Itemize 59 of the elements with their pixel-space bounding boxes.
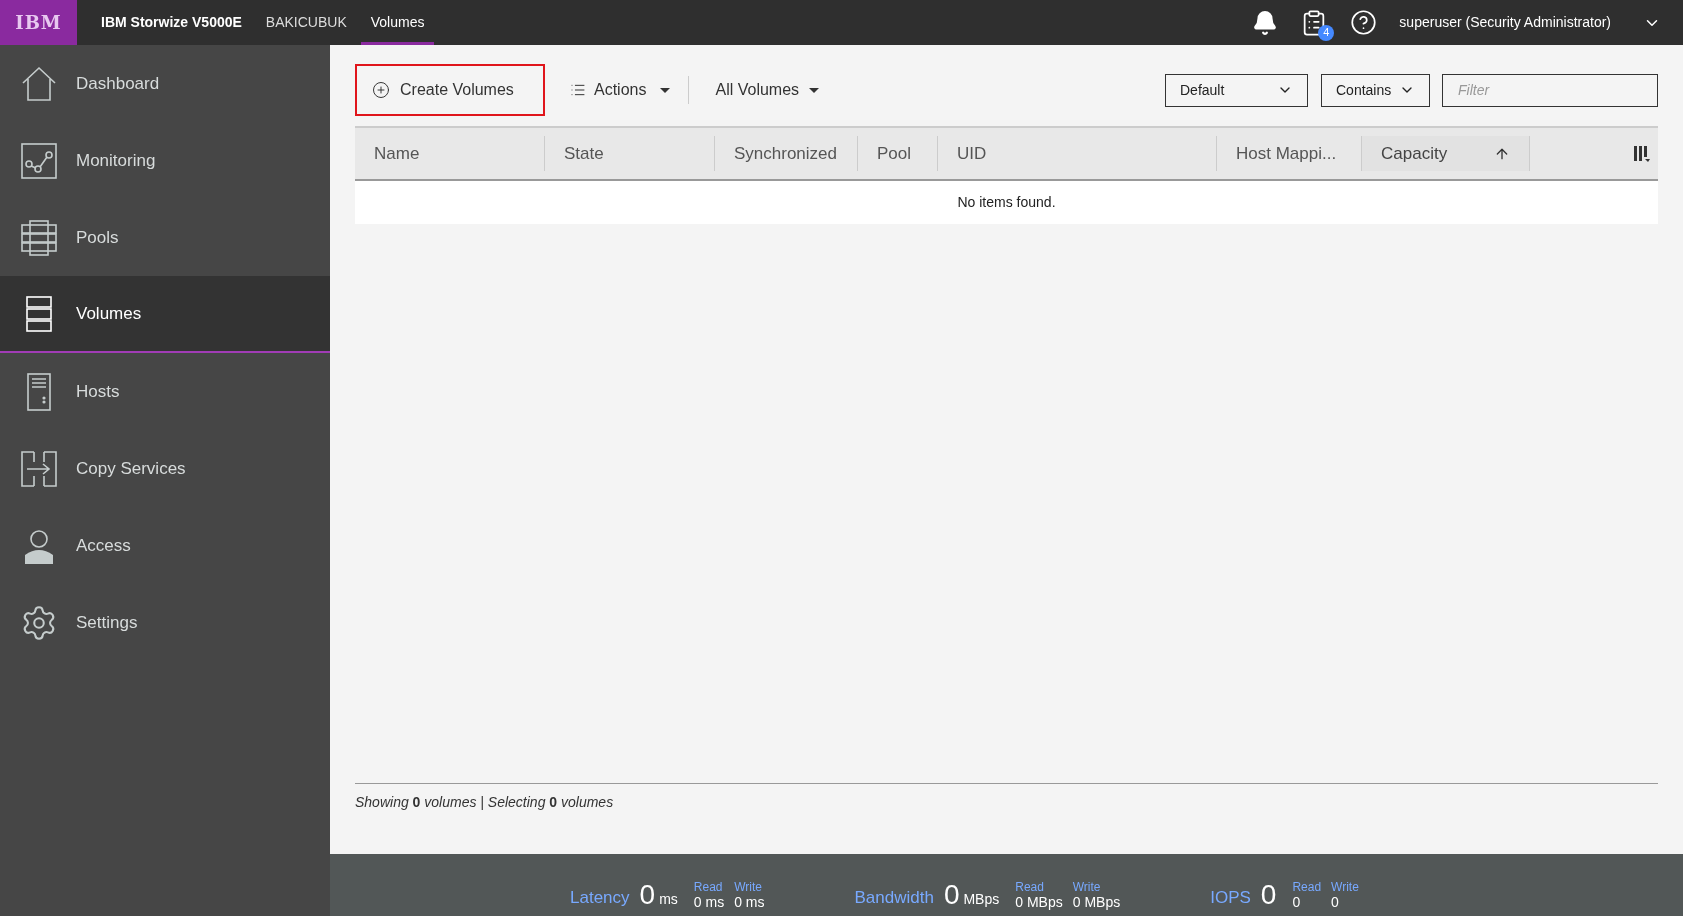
create-volumes-button[interactable]: Create Volumes [355, 64, 545, 116]
logo[interactable]: IBM [0, 0, 77, 45]
metric-value: 0 [1260, 880, 1277, 910]
filter-scope-dropdown[interactable]: Default [1165, 73, 1308, 107]
caret-icon [809, 87, 820, 93]
sidebar-item[interactable]: Copy Services [0, 430, 330, 507]
read-label: Read [1292, 881, 1322, 894]
sidebar-item[interactable]: Dashboard [0, 45, 330, 122]
list-icon [570, 82, 586, 98]
write-label: Write [1072, 881, 1102, 894]
filter-mode-dropdown[interactable]: Contains [1321, 73, 1430, 107]
write-value: 0 MBps [1072, 894, 1121, 910]
column-header[interactable]: Name [355, 136, 545, 171]
sidebar-item[interactable]: Hosts [0, 353, 330, 430]
view-filter-dropdown[interactable]: All Volumes [715, 78, 820, 102]
actions-menu-button[interactable]: Actions [570, 78, 671, 102]
copy-arrow-icon [20, 449, 58, 488]
read-label: Read [1015, 881, 1045, 894]
metric-value: 0 [943, 880, 960, 910]
column-header[interactable]: State [545, 136, 715, 171]
read-value: 0 [1292, 894, 1302, 910]
metric-unit: MBps [963, 890, 1000, 909]
sidebar-item[interactable]: Volumes [0, 276, 330, 353]
write-value: 0 ms [734, 894, 765, 910]
product-name[interactable]: IBM Storwize V5000E [101, 12, 242, 33]
sidebar-item[interactable]: Pools [0, 199, 330, 276]
caret-icon [660, 87, 671, 93]
help-icon[interactable] [1350, 9, 1378, 36]
column-header[interactable]: Synchronized [715, 136, 858, 171]
filter-field[interactable]: Filter [1442, 73, 1658, 107]
status-text: Showing 0 volumes | Selecting 0 volumes [355, 794, 614, 810]
columns-icon[interactable] [1634, 144, 1650, 163]
read-value: 0 MBps [1015, 894, 1063, 910]
metric-unit: ms [659, 890, 678, 909]
metric-label: Latency [570, 886, 630, 909]
sidebar-item[interactable]: Monitoring [0, 122, 330, 199]
house-icon [20, 64, 58, 103]
sidebar-item[interactable]: Settings [0, 584, 330, 661]
column-header[interactable]: Pool [858, 136, 938, 171]
write-label: Write [734, 881, 763, 894]
metric-value: 0 [639, 880, 656, 910]
column-header[interactable]: Capacity [1362, 136, 1530, 171]
sidebar-item[interactable]: Access [0, 507, 330, 584]
metric-label: IOPS [1210, 886, 1251, 909]
metric-label: Bandwidth [854, 886, 934, 909]
stacked-storage-icon [20, 218, 58, 257]
user-menu[interactable]: superuser (Security Administrator) [1399, 12, 1611, 33]
notifications-icon[interactable] [1252, 9, 1279, 36]
line-graph-icon [20, 141, 58, 180]
system-name[interactable]: BAKICUBUK [265, 12, 347, 33]
plus-circle-icon [372, 81, 390, 99]
empty-message: No items found. [355, 181, 1658, 224]
read-value: 0 ms [693, 894, 725, 910]
column-header[interactable]: UID [938, 136, 1217, 171]
read-label: Read [693, 881, 724, 894]
tasks-count-badge: 4 [1318, 24, 1335, 41]
breadcrumb-tab[interactable]: Volumes [360, 0, 435, 45]
write-label: Write [1331, 881, 1359, 894]
write-value: 0 [1331, 894, 1340, 910]
